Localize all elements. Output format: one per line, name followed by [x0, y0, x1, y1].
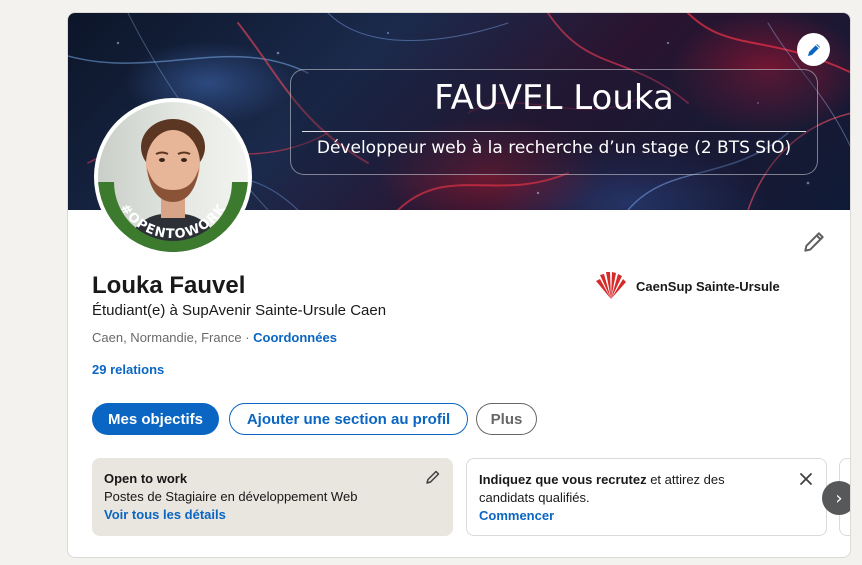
banner-divider — [302, 131, 806, 132]
banner-title: FAUVEL Louka — [434, 78, 674, 118]
edit-intro-button[interactable] — [801, 229, 827, 255]
location-row: Caen, Normandie, France · Coordonnées — [92, 330, 337, 345]
pencil-icon[interactable] — [425, 469, 441, 485]
profile-photo-art: #OPENTOWORK — [98, 119, 248, 252]
profile-headline: Étudiant(e) à SupAvenir Sainte-Ursule Ca… — [92, 302, 387, 319]
objectives-button[interactable]: Mes objectifs — [92, 403, 219, 435]
school-logo-icon — [596, 272, 626, 299]
hiring-card[interactable]: Indiquez que vous recrutez et attirez de… — [466, 458, 827, 536]
school-link[interactable]: CaenSup Sainte-Ursule — [594, 271, 780, 301]
hiring-text: Indiquez que vous recrutez et attirez de… — [479, 471, 769, 507]
profile-card: FAUVEL Louka Développeur web à la recher… — [67, 12, 851, 558]
edit-banner-button[interactable] — [797, 33, 830, 66]
banner-title-box: FAUVEL Louka Développeur web à la recher… — [290, 69, 818, 175]
profile-name: Louka Fauvel — [92, 272, 246, 299]
close-icon[interactable] — [798, 471, 814, 487]
profile-location: Caen, Normandie, France — [92, 330, 242, 345]
profile-photo[interactable]: #OPENTOWORK — [94, 98, 252, 256]
add-profile-section-button[interactable]: Ajouter une section au profil — [229, 403, 468, 435]
pencil-icon — [807, 43, 820, 56]
hiring-start-link[interactable]: Commencer — [479, 507, 814, 525]
more-button[interactable]: Plus — [476, 403, 537, 435]
location-separator: · — [241, 330, 254, 345]
school-name: CaenSup Sainte-Ursule — [636, 278, 780, 294]
open-to-work-card[interactable]: Open to work Postes de Stagiaire en déve… — [92, 458, 453, 536]
open-to-work-description: Postes de Stagiaire en développement Web — [104, 489, 358, 504]
banner-subtitle: Développeur web à la recherche d’un stag… — [316, 138, 792, 158]
contact-info-link[interactable]: Coordonnées — [253, 330, 337, 345]
chevron-right-icon: › — [835, 487, 843, 509]
carousel-next-button[interactable]: › — [822, 481, 850, 515]
open-to-work-details-link[interactable]: Voir tous les détails — [104, 506, 441, 524]
avatar: #OPENTOWORK — [98, 102, 248, 252]
open-to-work-title: Open to work — [104, 471, 188, 486]
connections-link[interactable]: 29 relations — [92, 362, 164, 377]
pencil-icon — [804, 232, 824, 252]
hiring-text-strong: Indiquez que vous recrutez — [479, 472, 647, 487]
